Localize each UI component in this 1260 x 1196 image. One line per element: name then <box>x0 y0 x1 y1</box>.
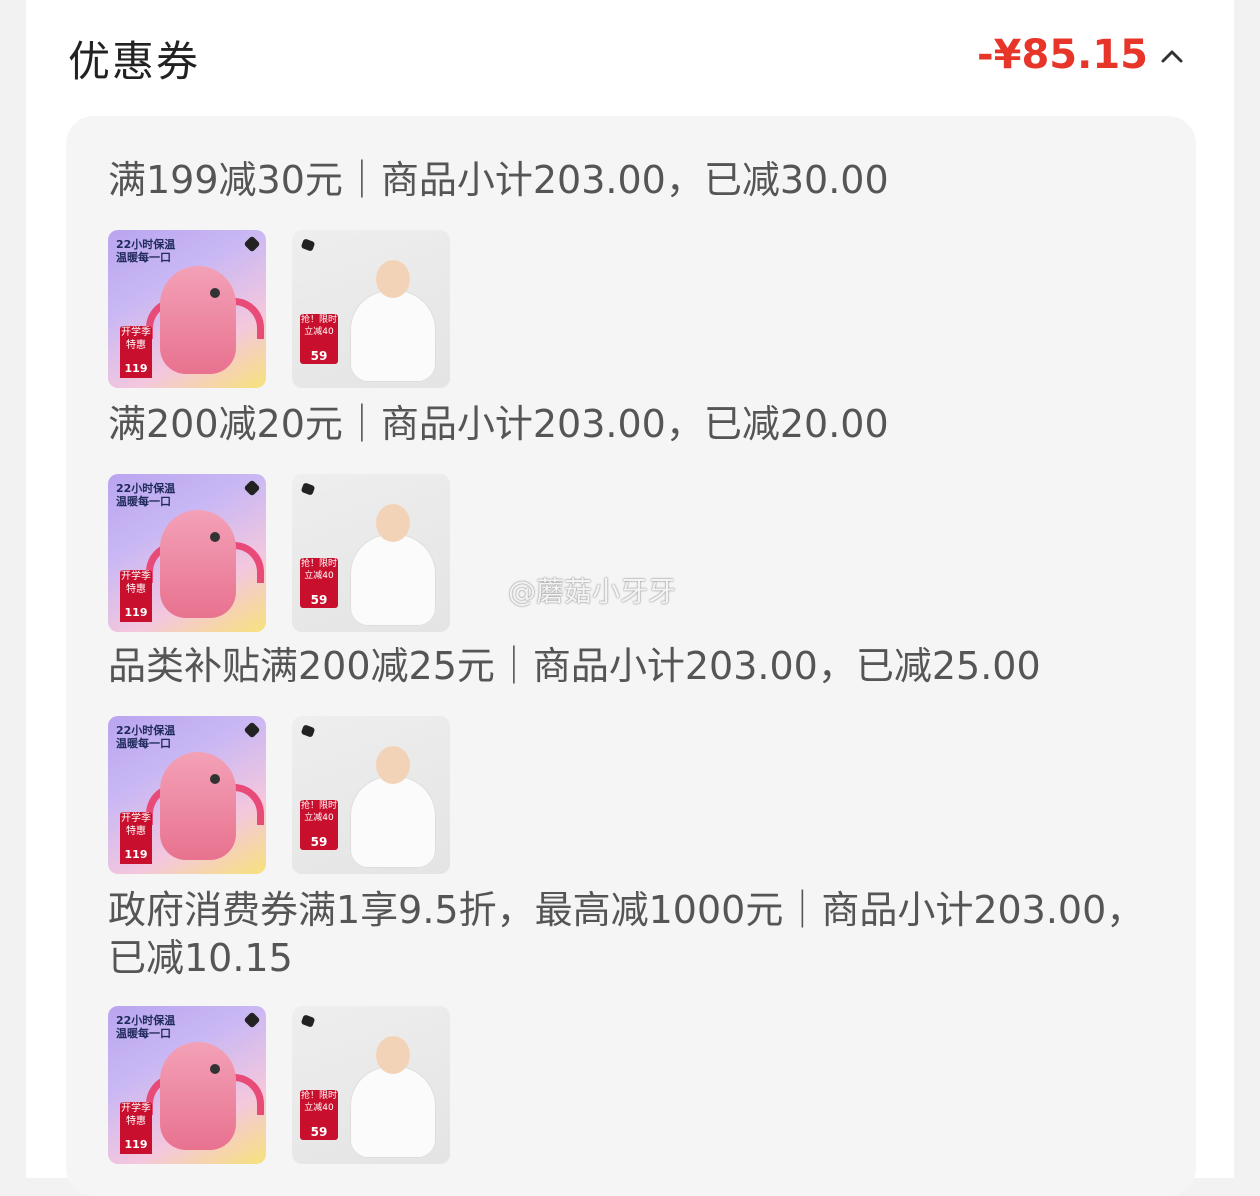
coupon-card: 优惠券 -¥85.15 满199减30元｜商品小计203.00，已减30.00 … <box>26 0 1234 1196</box>
product-price: 119 <box>120 360 152 378</box>
brand-logo-icon <box>243 479 261 497</box>
product-price: 59 <box>310 1125 328 1139</box>
product-thumb-towel[interactable]: 抢！限时 立减40 59 <box>292 474 450 632</box>
bottle-shape <box>160 266 236 374</box>
discount-total: -¥85.15 <box>977 32 1148 78</box>
coupon-title: 优惠券 <box>68 37 201 86</box>
towel-shape <box>350 290 436 382</box>
product-price: 119 <box>120 604 152 622</box>
product-thumb-towel[interactable]: 抢！限时 立减40 59 <box>292 230 450 388</box>
product-thumb-bottle[interactable]: 22小时保温 温暖每一口 开学季 特惠 119 <box>108 1006 266 1164</box>
bottle-eye-shape <box>210 774 220 784</box>
brand-logo-icon <box>300 724 316 738</box>
product-thumb-bottle[interactable]: 22小时保温 温暖每一口 开学季 特惠 119 <box>108 716 266 874</box>
coupon-header[interactable]: 优惠券 -¥85.15 <box>26 0 1234 110</box>
bottle-shape <box>160 752 236 860</box>
baby-shape <box>376 746 410 784</box>
baby-shape <box>376 260 410 298</box>
brand-logo-icon <box>300 238 316 252</box>
brand-logo-icon <box>300 482 316 496</box>
product-thumb-towel[interactable]: 抢！限时 立减40 59 <box>292 1006 450 1164</box>
coupon-rule: 品类补贴满200减25元｜商品小计203.00，已减25.00 <box>108 644 1041 688</box>
product-thumb-towel[interactable]: 抢！限时 立减40 59 <box>292 716 450 874</box>
bottle-shape <box>160 1042 236 1150</box>
bottle-eye-shape <box>210 288 220 298</box>
bottle-eye-shape <box>210 532 220 542</box>
product-caption: 22小时保温 温暖每一口 <box>116 238 176 264</box>
brand-logo-icon <box>243 721 261 739</box>
product-thumbs: 22小时保温 温暖每一口 开学季 特惠 119 抢！限时 立减40 59 <box>108 474 450 632</box>
bottle-eye-shape <box>210 1064 220 1074</box>
coupon-rule: 政府消费券满1享9.5折，最高减1000元｜商品小计203.00，已减10.15 <box>108 888 1145 980</box>
towel-shape <box>350 776 436 868</box>
product-price: 59 <box>310 835 328 849</box>
product-caption: 22小时保温 温暖每一口 <box>116 1014 176 1040</box>
product-thumb-bottle[interactable]: 22小时保温 温暖每一口 开学季 特惠 119 <box>108 230 266 388</box>
product-price: 119 <box>120 1136 152 1154</box>
watermark: @蘑菇小牙牙 <box>508 575 677 608</box>
product-caption: 22小时保温 温暖每一口 <box>116 482 176 508</box>
coupon-rule: 满199减30元｜商品小计203.00，已减30.00 <box>108 158 889 202</box>
brand-logo-icon <box>300 1014 316 1028</box>
baby-shape <box>376 1036 410 1074</box>
brand-logo-icon <box>243 235 261 253</box>
towel-shape <box>350 1066 436 1158</box>
product-caption: 22小时保温 温暖每一口 <box>116 724 176 750</box>
product-thumbs: 22小时保温 温暖每一口 开学季 特惠 119 抢！限时 立减40 59 <box>108 1006 450 1164</box>
baby-shape <box>376 504 410 542</box>
product-price: 119 <box>120 846 152 864</box>
brand-logo-icon <box>243 1011 261 1029</box>
product-thumb-bottle[interactable]: 22小时保温 温暖每一口 开学季 特惠 119 <box>108 474 266 632</box>
product-thumbs: 22小时保温 温暖每一口 开学季 特惠 119 抢！限时 立减40 59 <box>108 230 450 388</box>
chevron-up-icon[interactable] <box>1160 46 1184 66</box>
product-price: 59 <box>310 593 328 607</box>
product-price: 59 <box>310 349 328 363</box>
coupon-rule: 满200减20元｜商品小计203.00，已减20.00 <box>108 402 889 446</box>
coupon-list: 满199减30元｜商品小计203.00，已减30.00 22小时保温 温暖每一口… <box>66 116 1196 1196</box>
product-thumbs: 22小时保温 温暖每一口 开学季 特惠 119 抢！限时 立减40 59 <box>108 716 450 874</box>
bottle-shape <box>160 510 236 618</box>
towel-shape <box>350 534 436 626</box>
